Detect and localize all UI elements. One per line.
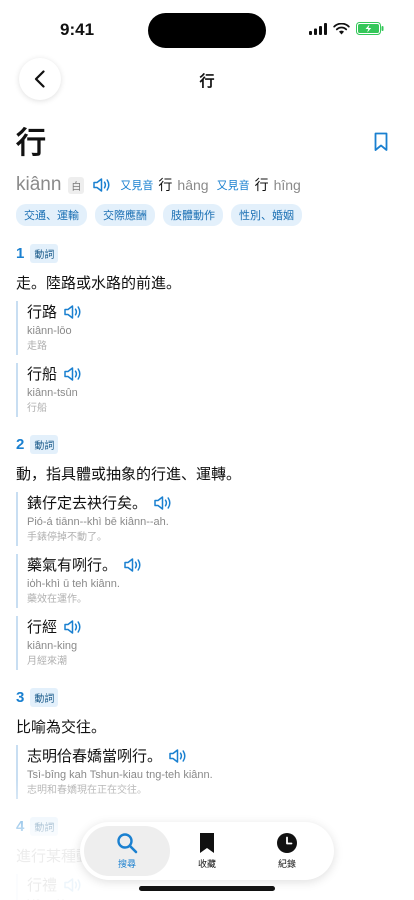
bookmark-icon (200, 833, 214, 853)
speaker-icon (154, 496, 171, 510)
tab-history[interactable]: 紀錄 (244, 826, 330, 876)
speaker-button[interactable] (63, 619, 83, 635)
status-time: 9:41 (60, 20, 95, 39)
example-item: 錶仔定去袂行矣。 Pió-á tiānn--khì bē kiânn--ah. 手錶… (16, 492, 398, 546)
example-romanization: kiânn-king (27, 640, 78, 652)
example-translation: 月經來潮 (27, 656, 67, 667)
example-romanization: kiânn-tsûn (27, 387, 78, 399)
example-text: 藥氣有咧行。 (27, 556, 118, 574)
sense-definition: 比喻為交往。 (16, 718, 107, 736)
speaker-button[interactable] (123, 557, 143, 573)
romanization: kiânn (16, 174, 62, 195)
tab-label: 收藏 (197, 860, 216, 870)
tab-bookmarks[interactable]: 收藏 (164, 826, 250, 876)
example-item: 行路 kiânn-lōo 走路 (16, 301, 398, 355)
speaker-button[interactable] (63, 366, 83, 382)
part-of-speech-badge: 動詞 (30, 434, 59, 454)
status-bar: 9:41 (0, 0, 414, 60)
example-romanization: io̍h-khì ū teh kiânn. (27, 578, 120, 590)
category-chip[interactable]: 肢體動作 (163, 204, 223, 226)
example-translation: 走路 (27, 341, 47, 352)
sense-number: 2 (16, 435, 25, 453)
example-list: 錶仔定去袂行矣。 Pió-á tiānn--khì bē kiânn--ah. 手錶… (16, 492, 398, 670)
speaker-icon (64, 367, 81, 381)
example-translation: 行船 (27, 403, 47, 414)
alt-reading-char: 行 (158, 178, 173, 194)
tab-bar: 搜尋 收藏 紀錄 (80, 822, 334, 880)
alt-reading-char: 行 (254, 178, 269, 194)
speaker-icon (64, 620, 81, 634)
category-chip[interactable]: 性別、婚姻 (231, 204, 302, 226)
search-icon (117, 833, 138, 854)
bookmark-outline-icon (374, 132, 388, 151)
sense-definition: 走。陸路或水路的前進。 (16, 274, 182, 292)
example-text: 錶仔定去袂行矣。 (27, 494, 148, 512)
status-icons (309, 22, 384, 35)
sense-section: 1 動詞 走。陸路或水路的前進。 行路 kiânn-lōo 走路 行船 kiânn-tsûn 行… (16, 242, 398, 417)
history-icon (277, 833, 297, 853)
home-indicator (139, 886, 275, 891)
sense-section: 2 動詞動，指具體或抽象的行進、運轉。錶仔定去袂行矣。 Pió-á tiānn--k… (16, 433, 398, 670)
alt-reading-roman: hâng (177, 177, 209, 193)
wifi-icon (333, 22, 350, 34)
example-text: 行路 (27, 303, 58, 321)
navigation-bar: 行 (0, 58, 414, 102)
tab-label: 紀錄 (277, 860, 296, 870)
part-of-speech-badge: 動詞 (30, 687, 59, 707)
speaker-icon (64, 305, 81, 319)
category-chip[interactable]: 交際應酬 (95, 204, 155, 226)
reading-tag: 白 (68, 176, 85, 194)
sense-header: 3 動詞 (16, 686, 398, 708)
bookmark-button[interactable] (374, 132, 394, 156)
sense-header: 2 動詞 (16, 433, 398, 455)
speaker-button[interactable] (168, 748, 188, 764)
example-item: 藥氣有咧行。 io̍h-khì ū teh kiânn. 藥效在運作。 (16, 554, 398, 608)
tab-search[interactable]: 搜尋 (84, 826, 170, 876)
example-romanization: kiânn-lōo (27, 325, 72, 337)
headword-row: 行 (16, 124, 398, 164)
example-item: 行船 kiânn-tsûn 行船 (16, 363, 398, 417)
speaker-icon (124, 558, 141, 572)
headword: 行 (16, 126, 46, 161)
speaker-button[interactable] (63, 304, 83, 320)
example-list: 行路 kiânn-lōo 走路行船 kiânn-tsûn 行船 (16, 301, 398, 417)
example-translation: 藥效在運作。 (27, 594, 87, 605)
example-item: 行經 kiânn-king 月經來潮 (16, 616, 398, 670)
example-translation: 手錶停掉不動了。 (27, 532, 107, 543)
cellular-signal-icon (309, 22, 327, 35)
alt-reading-label[interactable]: 又見音 (120, 177, 153, 193)
example-romanization: Pió-á tiānn--khì bē kiânn--ah. (27, 516, 169, 528)
tab-label: 搜尋 (117, 860, 136, 870)
speaker-button[interactable] (92, 177, 112, 193)
category-chips: 交通、運輸 交際應酬 肢體動作 性別、婚姻 (16, 204, 398, 226)
sense-definition: 動，指具體或抽象的行進、運轉。 (16, 465, 242, 483)
sense-number: 3 (16, 688, 25, 706)
nav-title: 行 (199, 72, 215, 90)
dynamic-island (148, 13, 266, 48)
speaker-button[interactable] (153, 495, 173, 511)
speaker-icon (169, 749, 186, 763)
speaker-icon (93, 178, 110, 192)
part-of-speech-badge: 動詞 (30, 243, 59, 263)
pronunciation-row: kiânn 白 又見音 行 hâng 又見音 行 hîng (16, 172, 398, 198)
example-text: 行經 (27, 618, 58, 636)
battery-charging-icon (356, 22, 384, 35)
alt-reading-roman: hîng (273, 177, 301, 193)
example-text: 行船 (27, 365, 58, 383)
sense-header: 1 動詞 (16, 242, 398, 264)
sense-number: 1 (16, 244, 25, 262)
category-chip[interactable]: 交通、運輸 (16, 204, 87, 226)
alt-reading-label[interactable]: 又見音 (217, 177, 250, 193)
example-text: 志明佮春嬌當咧行。 (27, 747, 163, 765)
